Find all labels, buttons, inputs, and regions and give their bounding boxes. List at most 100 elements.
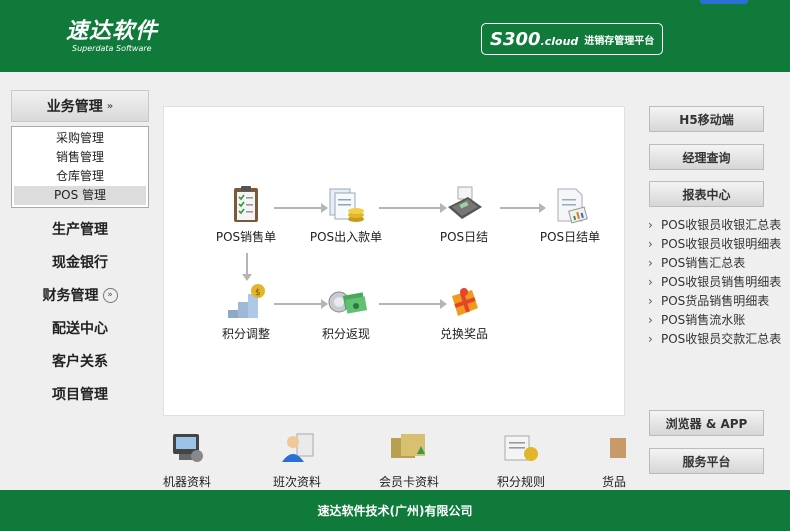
shortcut-label: 班次资料 [272, 475, 321, 489]
brand-logo: 速达软件 Superdata Software [66, 19, 159, 54]
nav-label: 生产管理 [52, 222, 108, 238]
gift-icon [442, 282, 486, 322]
nav-project-management[interactable]: 项目管理 [11, 379, 149, 409]
nav-label: 现金银行 [52, 255, 108, 271]
report-link[interactable]: › POS收银员收银汇总表 [648, 217, 788, 233]
documents-coins-icon [324, 185, 368, 225]
footer-company-name: 速达软件技术(广州)有限公司 [317, 504, 473, 518]
chevron-right-icon: › [648, 275, 653, 289]
nav-label: 配送中心 [52, 321, 108, 337]
report-link[interactable]: › POS收银员销售明细表 [648, 274, 788, 290]
report-label: POS货品销售明细表 [661, 294, 770, 308]
goods-icon [596, 430, 626, 470]
shortcut-label: 货品 [602, 475, 626, 489]
browser-app-button[interactable]: 浏览器 & APP [649, 410, 764, 436]
pos-terminal-icon [442, 185, 486, 225]
coin-stairs-icon: $ [224, 282, 268, 322]
report-label: POS收银员交款汇总表 [661, 332, 782, 346]
shortcut-machine-data[interactable]: 机器资料 [142, 430, 232, 490]
chevron-right-icon: › [648, 332, 653, 346]
shortcut-member-card-data[interactable]: 会员卡资料 [364, 430, 454, 490]
h5-mobile-button[interactable]: H5移动端 [649, 106, 764, 132]
product-badge: S300.cloud 进销存管理平台 [481, 23, 663, 55]
chevron-right-icon: › [648, 313, 653, 327]
flow-node-pos-daily-close[interactable]: POS日结 [424, 185, 504, 245]
nav-production[interactable]: 生产管理 [11, 214, 149, 244]
report-label: POS销售流水账 [661, 313, 746, 327]
nav-label: 财务管理 [42, 288, 99, 304]
nav-label: 项目管理 [52, 387, 108, 403]
report-center-button[interactable]: 报表中心 [649, 181, 764, 207]
shortcut-goods[interactable]: 货品 [586, 430, 626, 490]
flow-node-pos-sales[interactable]: POS销售单 [206, 185, 286, 245]
logo-sub-text: Superdata Software [72, 44, 152, 53]
submenu-purchase[interactable]: 采购管理 [14, 129, 146, 148]
chevron-double-down-icon: » [106, 100, 114, 112]
report-label: POS收银员销售明细表 [661, 275, 782, 289]
business-submenu: 采购管理 销售管理 仓库管理 POS 管理 [11, 126, 149, 208]
report-link[interactable]: › POS销售流水账 [648, 312, 788, 328]
right-panel: H5移动端 经理查询 报表中心 › POS收银员收银汇总表 › POS收银员收银明细… [640, 72, 790, 490]
shortcut-shift-data[interactable]: 班次资料 [252, 430, 342, 490]
product-code: S300.cloud [490, 28, 579, 50]
pos-flow-panel: POS销售单 POS出入款单 POS日结 POS日结单 $ 积分调整 积分返现 … [163, 106, 625, 416]
nav-expanded-label: 业务管理 [46, 99, 103, 115]
nav-label: 客户关系 [52, 354, 108, 370]
report-label: POS收银员收银明细表 [661, 237, 782, 251]
submenu-pos[interactable]: POS 管理 [14, 186, 146, 205]
staff-icon [275, 430, 319, 470]
shortcut-label: 积分规则 [496, 475, 545, 489]
flow-label: POS出入款单 [309, 230, 383, 244]
report-label: POS销售汇总表 [661, 256, 746, 270]
flow-arrow [242, 253, 252, 281]
flow-label: POS日结 [439, 230, 489, 244]
product-name: 进销存管理平台 [584, 35, 655, 47]
nav-distribution[interactable]: 配送中心 [11, 313, 149, 343]
shortcut-label: 机器资料 [162, 475, 211, 489]
rules-icon [499, 430, 543, 470]
footer-bar: 速达软件技术(广州)有限公司 [0, 490, 790, 531]
flow-node-points-adjust[interactable]: $ 积分调整 [206, 282, 286, 342]
nav-customer-relations[interactable]: 客户关系 [11, 346, 149, 376]
cash-return-icon [324, 282, 368, 322]
flow-node-points-cashback[interactable]: 积分返现 [306, 282, 386, 342]
machine-icon [165, 430, 209, 470]
nav-cash-bank[interactable]: 现金银行 [11, 247, 149, 277]
receipt-chart-icon [548, 185, 592, 225]
chevron-right-icon: › [648, 218, 653, 232]
report-link[interactable]: › POS销售汇总表 [648, 255, 788, 271]
clipboard-checklist-icon [224, 185, 268, 225]
service-platform-button[interactable]: 服务平台 [649, 448, 764, 474]
chevron-circle-down-icon: » [102, 287, 118, 303]
chevron-right-icon: › [648, 256, 653, 270]
main-area: 业务管理 » 采购管理 销售管理 仓库管理 POS 管理 生产管理 现金银行 财… [0, 72, 790, 490]
report-list: › POS收银员收银汇总表 › POS收银员收银明细表 › POS销售汇总表 › POS… [648, 217, 788, 400]
flow-label: POS日结单 [539, 230, 601, 244]
top-corner-marker [700, 0, 748, 4]
report-label: POS收银员收银汇总表 [661, 218, 782, 232]
manager-query-button[interactable]: 经理查询 [649, 144, 764, 170]
chevron-right-icon: › [648, 237, 653, 251]
shortcut-label: 会员卡资料 [378, 475, 439, 489]
report-link[interactable]: › POS收银员交款汇总表 [648, 331, 788, 347]
report-link[interactable]: › POS收银员收银明细表 [648, 236, 788, 252]
nav-business-management[interactable]: 业务管理 » [11, 90, 149, 122]
submenu-warehouse[interactable]: 仓库管理 [14, 167, 146, 186]
submenu-sales[interactable]: 销售管理 [14, 148, 146, 167]
header-bar: 速达软件 Superdata Software S300.cloud 进销存管理… [0, 0, 790, 72]
flow-node-pos-daily-close-slip[interactable]: POS日结单 [530, 185, 610, 245]
flow-label: 积分返现 [321, 327, 370, 341]
left-nav: 业务管理 » 采购管理 销售管理 仓库管理 POS 管理 生产管理 现金银行 财… [0, 72, 160, 490]
flow-node-pos-cash-in-out[interactable]: POS出入款单 [306, 185, 386, 245]
logo-main-text: 速达软件 [66, 19, 159, 44]
svg-text:$: $ [255, 288, 261, 298]
flow-node-redeem-prize[interactable]: 兑换奖品 [424, 282, 504, 342]
shortcut-points-rules[interactable]: 积分规则 [476, 430, 566, 490]
nav-finance[interactable]: 财务管理» [11, 280, 149, 310]
report-link[interactable]: › POS货品销售明细表 [648, 293, 788, 309]
flow-label: 积分调整 [221, 327, 270, 341]
flow-label: POS销售单 [215, 230, 277, 244]
chevron-right-icon: › [648, 294, 653, 308]
member-card-icon [387, 430, 431, 470]
flow-label: 兑换奖品 [439, 327, 488, 341]
